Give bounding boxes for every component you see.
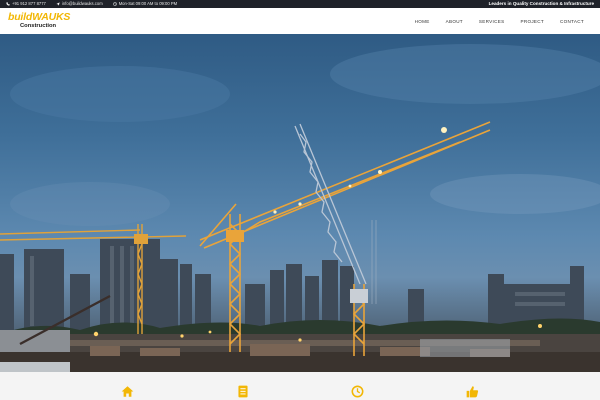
main-nav: HOME ABOUT SERVICES PROJECT CONTACT xyxy=(407,19,592,24)
feature-home[interactable] xyxy=(121,384,135,398)
site-header: buildWAUKS Construction HOME ABOUT SERVI… xyxy=(0,8,600,34)
hours-text: Mon-Sat 09:00 AM to 09:00 PM xyxy=(118,1,178,6)
feature-thumbs-up[interactable] xyxy=(466,384,480,398)
business-hours: Mon-Sat 09:00 AM to 09:00 PM xyxy=(112,0,178,8)
features-strip xyxy=(0,372,600,400)
feature-document[interactable] xyxy=(236,384,250,398)
logo-subtitle: Construction xyxy=(20,22,57,29)
construction-scene xyxy=(0,44,600,372)
logo-brand: buildWAUKS xyxy=(8,11,71,24)
phone-icon xyxy=(6,2,10,6)
phone-text: +91 912 877 8777 xyxy=(12,1,46,6)
clock-icon xyxy=(112,2,117,6)
nav-about[interactable]: ABOUT xyxy=(438,19,471,24)
nav-home[interactable]: HOME xyxy=(407,19,438,24)
feature-clock[interactable] xyxy=(351,384,365,398)
logo[interactable]: buildWAUKS Construction xyxy=(8,12,70,29)
document-icon xyxy=(237,385,248,397)
clock-icon xyxy=(351,385,364,397)
tagline: Leaders in Quality Construction & Infras… xyxy=(488,1,594,6)
phone-contact[interactable]: +91 912 877 8777 xyxy=(6,0,46,8)
email-text: info@buildwauks.com xyxy=(61,1,103,6)
email-contact[interactable]: info@buildwauks.com xyxy=(56,0,103,8)
thumbs-up-icon xyxy=(466,385,479,397)
nav-services[interactable]: SERVICES xyxy=(471,19,513,24)
paper-plane-icon xyxy=(56,2,60,6)
hero-banner xyxy=(0,34,600,372)
nav-contact[interactable]: CONTACT xyxy=(552,19,592,24)
home-icon xyxy=(121,385,134,397)
nav-project[interactable]: PROJECT xyxy=(512,19,552,24)
top-info-bar: +91 912 877 8777 info@buildwauks.com Mon… xyxy=(0,0,600,8)
